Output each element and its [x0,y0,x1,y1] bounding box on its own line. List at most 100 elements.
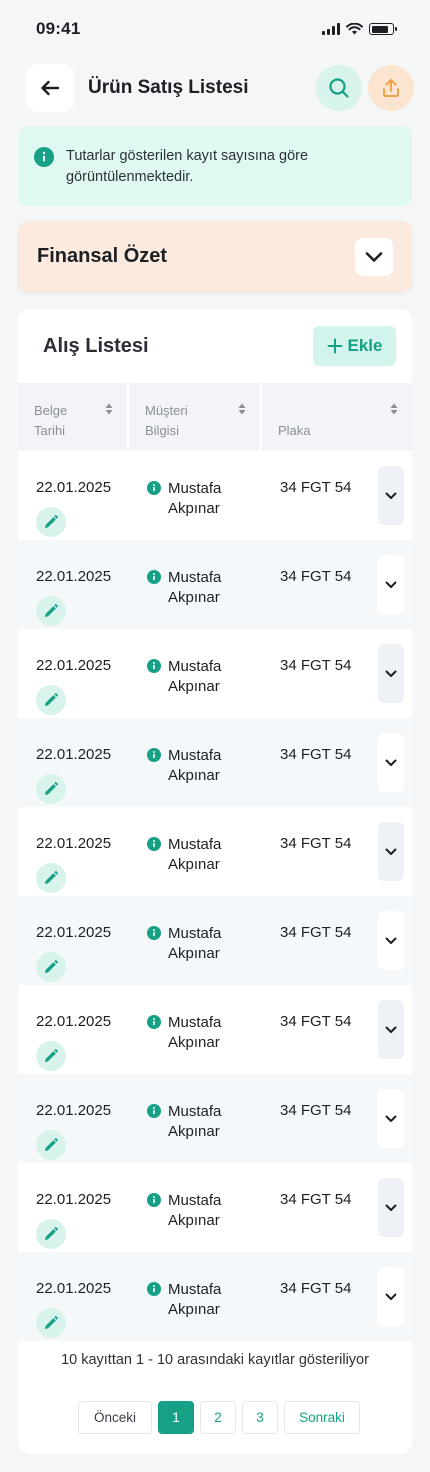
edit-button[interactable] [36,596,66,626]
info-banner-text: Tutarlar gösterilen kayıt sayısına göre … [66,148,309,185]
customer-name: Mustafa Akpınar [168,1192,222,1229]
row-date: 22.01.2025 [36,1280,112,1297]
pencil-icon [45,871,58,884]
info-icon[interactable] [147,748,161,762]
table-row: 22.01.2025 Mustafa Akpınar 34 FGT 54 [18,807,412,896]
edit-button[interactable] [36,1219,66,1249]
edit-button[interactable] [36,774,66,804]
row-expand-button[interactable] [378,555,404,614]
pencil-icon [45,960,58,973]
row-customer: Mustafa Akpınar [129,896,262,985]
row-customer: Mustafa Akpınar [129,1074,262,1163]
edit-button[interactable] [36,952,66,982]
row-plate: 34 FGT 54 [280,657,352,674]
row-expand-button[interactable] [378,911,404,970]
back-button[interactable] [26,64,74,112]
row-customer: Mustafa Akpınar [129,807,262,896]
search-icon [329,78,349,98]
table-row: 22.01.2025 Mustafa Akpınar 34 FGT 54 [18,718,412,807]
row-date: 22.01.2025 [36,657,112,674]
page-header: Ürün Satış Listesi [26,64,414,112]
pencil-icon [45,1049,58,1062]
row-customer: Mustafa Akpınar [129,451,262,540]
add-button-label: Ekle [347,336,383,355]
row-expand-button[interactable] [378,1089,404,1148]
info-banner: Tutarlar gösterilen kayıt sayısına göre … [18,126,412,206]
info-icon[interactable] [147,1282,161,1296]
page-button-2[interactable]: 2 [200,1401,236,1434]
battery-icon [369,23,397,35]
summary-toggle-button[interactable] [355,237,393,276]
table-row: 22.01.2025 Mustafa Akpınar 34 FGT 54 [18,629,412,718]
info-icon[interactable] [147,1193,161,1207]
row-date: 22.01.2025 [36,479,112,496]
financial-summary-accordion[interactable]: Finansal Özet [18,221,412,292]
pencil-icon [45,782,58,795]
chevron-down-icon [385,1115,397,1122]
row-expand-button[interactable] [378,733,404,792]
row-plate: 34 FGT 54 [280,568,352,585]
pagination: Önceki 1 2 3 Sonraki [78,1401,360,1434]
column-header-customer[interactable]: Müşteri Bilgisi [129,383,262,451]
column-header-plate[interactable]: Plaka [262,383,412,451]
row-expand-button[interactable] [378,644,404,703]
prev-page-button[interactable]: Önceki [78,1401,152,1434]
row-expand-button[interactable] [378,1178,404,1237]
chevron-down-icon [385,759,397,766]
row-expand-button[interactable] [378,466,404,525]
row-customer: Mustafa Akpınar [129,985,262,1074]
column-header-date[interactable]: Belge Tarihi [18,383,129,451]
table-row: 22.01.2025 Mustafa Akpınar 34 FGT 54 [18,540,412,629]
row-date: 22.01.2025 [36,1191,112,1208]
table-row: 22.01.2025 Mustafa Akpınar 34 FGT 54 [18,1163,412,1252]
edit-button[interactable] [36,685,66,715]
chevron-down-icon [385,670,397,677]
status-icons [322,23,397,35]
upload-icon [383,79,399,97]
info-icon[interactable] [147,570,161,584]
row-expand-button[interactable] [378,1267,404,1326]
page-button-3[interactable]: 3 [242,1401,278,1434]
table-row: 22.01.2025 Mustafa Akpınar 34 FGT 54 [18,1074,412,1163]
status-bar: 09:41 [0,0,430,58]
add-button[interactable]: Ekle [313,326,396,366]
table-row: 22.01.2025 Mustafa Akpınar 34 FGT 54 [18,896,412,985]
chevron-down-icon [385,492,397,499]
sort-icon [105,403,113,415]
signal-icon [322,23,340,35]
customer-name: Mustafa Akpınar [168,658,222,695]
info-icon[interactable] [147,1015,161,1029]
purchase-list-card: Alış Listesi Ekle Belge Tarihi Müşteri B… [18,309,412,1454]
info-icon[interactable] [147,1104,161,1118]
edit-button[interactable] [36,1308,66,1338]
row-plate: 34 FGT 54 [280,924,352,941]
sort-icon [390,403,398,415]
next-page-button[interactable]: Sonraki [284,1401,360,1434]
search-button[interactable] [316,65,362,111]
edit-button[interactable] [36,507,66,537]
records-info: 10 kayıttan 1 - 10 arasındaki kayıtlar g… [61,1352,369,1368]
info-icon[interactable] [147,926,161,940]
edit-button[interactable] [36,863,66,893]
customer-name: Mustafa Akpınar [168,569,222,606]
page-button-1[interactable]: 1 [158,1401,194,1434]
upload-button[interactable] [368,65,414,111]
edit-button[interactable] [36,1130,66,1160]
customer-name: Mustafa Akpınar [168,747,222,784]
chevron-down-icon [385,1204,397,1211]
info-icon[interactable] [147,481,161,495]
wifi-icon [346,23,363,35]
financial-summary-title: Finansal Özet [37,245,168,267]
pencil-icon [45,1138,58,1151]
row-expand-button[interactable] [378,822,404,881]
table-body: 22.01.2025 Mustafa Akpınar 34 FGT 54 22.01.2… [18,451,412,1341]
chevron-down-icon [365,251,383,262]
edit-button[interactable] [36,1041,66,1071]
row-date: 22.01.2025 [36,746,112,763]
row-expand-button[interactable] [378,1000,404,1059]
row-plate: 34 FGT 54 [280,1280,352,1297]
row-customer: Mustafa Akpınar [129,540,262,629]
info-icon[interactable] [147,837,161,851]
row-customer: Mustafa Akpınar [129,629,262,718]
info-icon[interactable] [147,659,161,673]
